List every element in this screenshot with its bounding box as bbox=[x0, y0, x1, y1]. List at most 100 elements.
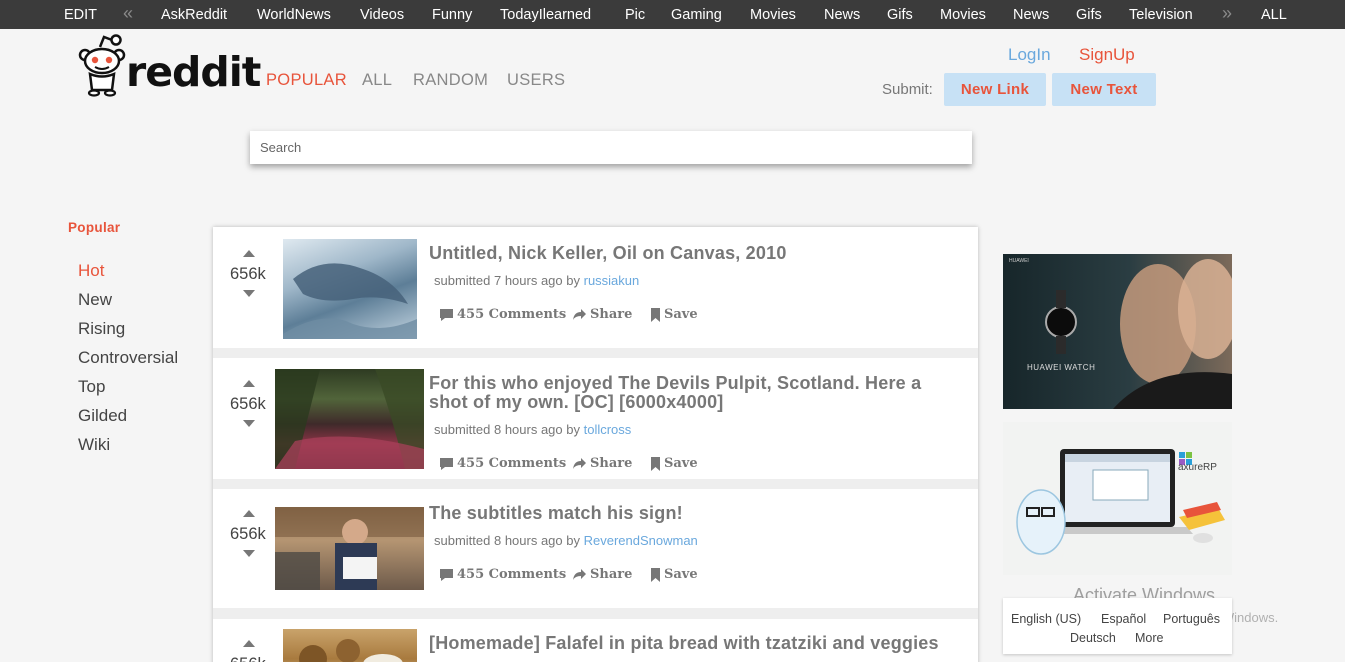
post-author[interactable]: ReverendSnowman bbox=[584, 533, 698, 548]
language-selector: English (US) Español Português Deutsch M… bbox=[1003, 598, 1232, 654]
post-item: 656k [Homemade] Falafel in pita bread wi… bbox=[213, 619, 978, 662]
lang-deutsch[interactable]: Deutsch bbox=[1070, 631, 1116, 645]
topbar-item-funny[interactable]: Funny bbox=[432, 7, 472, 23]
upvote-icon[interactable] bbox=[243, 380, 255, 387]
comments-count: 455 Comments bbox=[457, 567, 567, 582]
huawei-ad[interactable]: HUAWEI HUAWEI WATCH bbox=[1003, 254, 1232, 409]
save-label: Save bbox=[664, 307, 698, 322]
downvote-icon[interactable] bbox=[243, 290, 255, 297]
comments-button[interactable]: 455 Comments bbox=[439, 307, 566, 322]
downvote-icon[interactable] bbox=[243, 550, 255, 557]
whale-painting-image bbox=[283, 263, 417, 339]
share-icon bbox=[573, 309, 586, 320]
tv-show-image bbox=[275, 507, 424, 590]
huawei-brand-label: HUAWEI bbox=[1009, 258, 1029, 264]
nav-users[interactable]: USERS bbox=[507, 71, 565, 90]
topbar-item-movies-2[interactable]: Movies bbox=[940, 7, 986, 23]
nav-all[interactable]: ALL bbox=[362, 71, 392, 90]
new-text-button[interactable]: New Text bbox=[1052, 73, 1156, 106]
comments-button[interactable]: 455 Comments bbox=[439, 456, 566, 471]
post-score: 656k bbox=[230, 525, 266, 543]
share-button[interactable]: Share bbox=[572, 567, 632, 582]
lang-espanol[interactable]: Español bbox=[1101, 612, 1146, 626]
post-title[interactable]: [Homemade] Falafel in pita bread with tz… bbox=[429, 634, 959, 653]
sidebar-item-controversial[interactable]: Controversial bbox=[78, 348, 178, 368]
post-author[interactable]: russiakun bbox=[584, 273, 640, 288]
share-icon bbox=[573, 458, 586, 469]
downvote-icon[interactable] bbox=[243, 420, 255, 427]
topbar-item-all[interactable]: ALL bbox=[1261, 7, 1287, 23]
topbar-item-videos[interactable]: Videos bbox=[360, 7, 404, 23]
upvote-icon[interactable] bbox=[243, 640, 255, 647]
topbar-item-gifs[interactable]: Gifs bbox=[887, 7, 913, 23]
lang-portugues[interactable]: Português bbox=[1163, 612, 1220, 626]
post-score: 656k bbox=[230, 265, 266, 283]
comment-icon bbox=[440, 457, 453, 470]
gorge-photo-image bbox=[275, 369, 424, 469]
share-button[interactable]: Share bbox=[572, 307, 632, 322]
topbar-item-pic[interactable]: Pic bbox=[625, 7, 645, 23]
lang-english[interactable]: English (US) bbox=[1011, 612, 1081, 626]
post-meta: submitted 8 hours ago by ReverendSnowman bbox=[434, 533, 698, 548]
sidebar-item-wiki[interactable]: Wiki bbox=[78, 435, 110, 455]
axure-ad[interactable]: axureRP bbox=[1003, 422, 1232, 575]
comments-button[interactable]: 455 Comments bbox=[439, 567, 566, 582]
upvote-icon[interactable] bbox=[243, 250, 255, 257]
sidebar-item-rising[interactable]: Rising bbox=[78, 319, 125, 339]
comments-count: 455 Comments bbox=[457, 307, 567, 322]
save-label: Save bbox=[664, 456, 698, 471]
post-score: 656k bbox=[230, 655, 266, 662]
submit-label: Submit: bbox=[882, 81, 933, 98]
post-item: 656k Untitled, Nick Keller, Oil on Canva… bbox=[213, 227, 978, 348]
post-thumbnail[interactable] bbox=[283, 239, 417, 339]
huawei-ad-image bbox=[1003, 254, 1232, 409]
post-title[interactable]: For this who enjoyed The Devils Pulpit, … bbox=[429, 374, 959, 412]
submitted-text: submitted 8 hours ago by bbox=[434, 422, 580, 437]
share-label: Share bbox=[590, 456, 633, 471]
lang-more[interactable]: More bbox=[1135, 631, 1163, 645]
submitted-text: submitted 8 hours ago by bbox=[434, 533, 580, 548]
post-thumbnail[interactable] bbox=[275, 369, 424, 469]
upvote-icon[interactable] bbox=[243, 510, 255, 517]
post-title[interactable]: Untitled, Nick Keller, Oil on Canvas, 20… bbox=[429, 244, 959, 263]
topbar-item-movies[interactable]: Movies bbox=[750, 7, 796, 23]
submitted-text: submitted 7 hours ago by bbox=[434, 273, 580, 288]
post-title[interactable]: The subtitles match his sign! bbox=[429, 504, 959, 523]
login-link[interactable]: LogIn bbox=[1008, 45, 1051, 65]
save-label: Save bbox=[664, 567, 698, 582]
sidebar-item-top[interactable]: Top bbox=[78, 377, 105, 397]
topbar-item-news-2[interactable]: News bbox=[1013, 7, 1049, 23]
search-input[interactable] bbox=[250, 131, 972, 164]
nav-random[interactable]: RANDOM bbox=[413, 71, 488, 90]
bookmark-icon bbox=[651, 567, 660, 582]
signup-link[interactable]: SignUp bbox=[1079, 45, 1135, 65]
sidebar-item-hot[interactable]: Hot bbox=[78, 261, 104, 281]
topbar-item-news[interactable]: News bbox=[824, 7, 860, 23]
scroll-left-icon[interactable]: « bbox=[123, 3, 133, 24]
share-button[interactable]: Share bbox=[572, 456, 632, 471]
save-button[interactable]: Save bbox=[650, 456, 698, 471]
topbar-item-todayilearned[interactable]: TodayIlearned bbox=[500, 7, 591, 23]
post-feed: 656k Untitled, Nick Keller, Oil on Canva… bbox=[213, 227, 978, 662]
edit-link[interactable]: EDIT bbox=[64, 7, 97, 23]
post-thumbnail[interactable] bbox=[275, 507, 424, 590]
scroll-right-icon[interactable]: » bbox=[1222, 3, 1232, 24]
post-item: 656k The subtitles match his sign! submi… bbox=[213, 489, 978, 608]
topbar-item-gifs-2[interactable]: Gifs bbox=[1076, 7, 1102, 23]
axure-brand-label: axureRP bbox=[1178, 462, 1217, 473]
reddit-wordmark[interactable]: reddit bbox=[126, 48, 261, 96]
post-thumbnail[interactable] bbox=[283, 629, 417, 662]
nav-popular[interactable]: POPULAR bbox=[266, 71, 347, 90]
topbar-item-television[interactable]: Television bbox=[1129, 7, 1193, 23]
topbar-item-askreddit[interactable]: AskReddit bbox=[161, 7, 227, 23]
post-author[interactable]: tollcross bbox=[584, 422, 632, 437]
topbar-item-gaming[interactable]: Gaming bbox=[671, 7, 722, 23]
new-link-button[interactable]: New Link bbox=[944, 73, 1046, 106]
save-button[interactable]: Save bbox=[650, 567, 698, 582]
topbar-item-worldnews[interactable]: WorldNews bbox=[257, 7, 331, 23]
axure-ad-image bbox=[1016, 449, 1225, 555]
sidebar-item-new[interactable]: New bbox=[78, 290, 112, 310]
save-button[interactable]: Save bbox=[650, 307, 698, 322]
sidebar-item-gilded[interactable]: Gilded bbox=[78, 406, 127, 426]
bookmark-icon bbox=[651, 456, 660, 471]
